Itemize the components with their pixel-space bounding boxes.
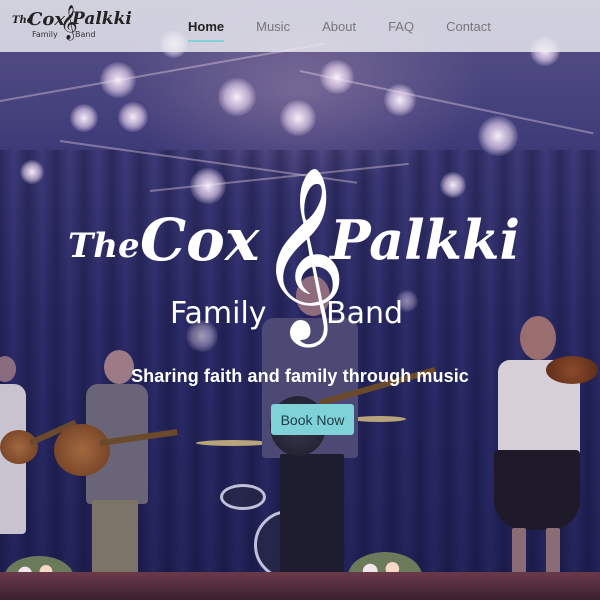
bokeh-light [218,78,256,116]
bokeh-light [280,100,316,136]
stage-floor [0,572,600,600]
bokeh-light [478,116,518,156]
book-now-button[interactable]: Book Now [271,404,354,435]
hero-tagline: Sharing faith and family through music [131,366,469,386]
bokeh-light [190,168,226,204]
tom-drum [220,484,266,510]
main-nav: Home Music About FAQ Contact [188,0,523,52]
bokeh-light [100,62,136,98]
hero-logo-the: The [68,226,140,266]
navbar: The Cox 𝄞 Palkki Family Band Home Music … [0,0,600,52]
nav-about[interactable]: About [322,0,356,52]
nav-faq[interactable]: FAQ [388,0,414,52]
bokeh-light [320,60,354,94]
hero-logo-band: Band [326,296,404,331]
hero-logo: The Cox 𝄞 Palkki Family Band [62,178,562,360]
bokeh-light [70,104,98,132]
hero-logo-cox: Cox [140,206,260,274]
bokeh-light [118,102,148,132]
bokeh-light [20,160,44,184]
hero-logo-family: Family [170,296,267,331]
logo-band: Band [75,30,96,39]
nav-home[interactable]: Home [188,0,225,52]
logo-family: Family [32,30,58,39]
bokeh-light [440,172,466,198]
logo-palkki: Palkki [72,9,132,29]
cymbal [352,416,406,422]
bokeh-light [384,84,416,116]
cymbal [196,440,270,446]
hero-logo-palkki: Palkki [330,208,521,272]
site-logo[interactable]: The Cox 𝄞 Palkki Family Band [8,5,132,44]
nav-music[interactable]: Music [256,0,290,52]
nav-contact[interactable]: Contact [446,0,491,52]
